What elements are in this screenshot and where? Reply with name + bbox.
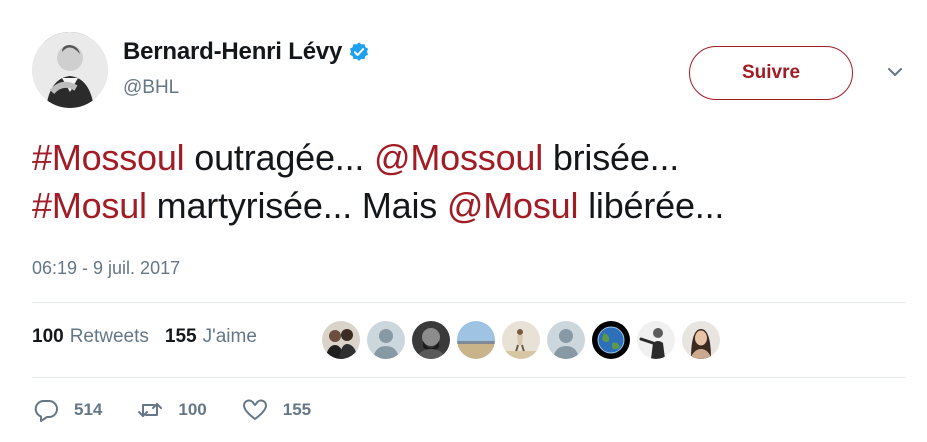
tweet-text-segment: brisée... — [543, 137, 680, 178]
author-photo-icon — [32, 32, 108, 108]
liker-avatar-default-avatar-icon[interactable] — [547, 321, 585, 359]
likes-stat[interactable]: 155 J'aime — [165, 326, 257, 348]
tweet-text-segment: libérée... — [578, 185, 725, 226]
tweet-text: #Mossoul outragée... @Mossoul brisée... … — [32, 134, 892, 230]
hashtag-link[interactable]: #Mosul — [32, 185, 147, 226]
reply-icon — [34, 400, 58, 422]
heart-icon — [242, 399, 267, 420]
likes-label: J'aime — [202, 326, 257, 347]
likes-count: 155 — [164, 326, 197, 347]
liker-avatar-woman-portrait-photo-icon[interactable] — [682, 321, 720, 359]
divider — [32, 302, 906, 303]
follow-button[interactable]: Suivre — [689, 46, 853, 100]
likers-avatars — [322, 321, 720, 359]
liker-avatar-beach-figure-photo-icon[interactable] — [502, 321, 540, 359]
liker-avatar-earth-globe-photo-icon[interactable] — [592, 321, 630, 359]
tweet-actions: 514 100 155 — [32, 396, 345, 424]
mention-link[interactable]: @Mossoul — [374, 137, 543, 178]
liker-avatar-sky-landscape-photo-icon[interactable] — [457, 321, 495, 359]
retweets-count: 100 — [32, 326, 64, 347]
retweet-button[interactable]: 100 — [136, 396, 207, 424]
author-name[interactable]: Bernard-Henri Lévy — [123, 38, 342, 66]
reply-button[interactable]: 514 — [32, 396, 102, 424]
tweet-text-segment: martyrisée... Mais — [146, 185, 447, 226]
chevron-down-icon[interactable] — [885, 62, 905, 82]
hashtag-link[interactable]: #Mossoul — [32, 137, 185, 178]
author-name-row: Bernard-Henri Lévy — [123, 38, 370, 66]
tweet-stats: 100 Retweets 155 J'aime — [32, 326, 273, 348]
reply-count: 514 — [74, 400, 103, 419]
retweet-icon — [138, 403, 163, 417]
liker-avatar-person-pointing-photo-icon[interactable] — [637, 321, 675, 359]
tweet-text-segment: outragée... — [184, 137, 375, 178]
author-avatar[interactable] — [32, 32, 108, 108]
liker-avatar-two-people-photo-icon[interactable] — [322, 321, 360, 359]
retweets-stat[interactable]: 100 Retweets — [32, 326, 149, 348]
author-handle[interactable]: @BHL — [123, 77, 179, 99]
tweet-timestamp[interactable]: 06:19 - 9 juil. 2017 — [32, 258, 180, 279]
like-button[interactable]: 155 — [241, 396, 311, 424]
retweets-label: Retweets — [69, 326, 149, 347]
liker-avatar-default-avatar-icon[interactable] — [367, 321, 405, 359]
liker-avatar-bearded-man-photo-icon[interactable] — [412, 321, 450, 359]
retweet-count: 100 — [178, 400, 207, 419]
like-count: 155 — [282, 400, 312, 419]
mention-link[interactable]: @Mosul — [447, 185, 579, 226]
verified-badge-icon — [350, 42, 369, 61]
divider — [32, 377, 906, 378]
